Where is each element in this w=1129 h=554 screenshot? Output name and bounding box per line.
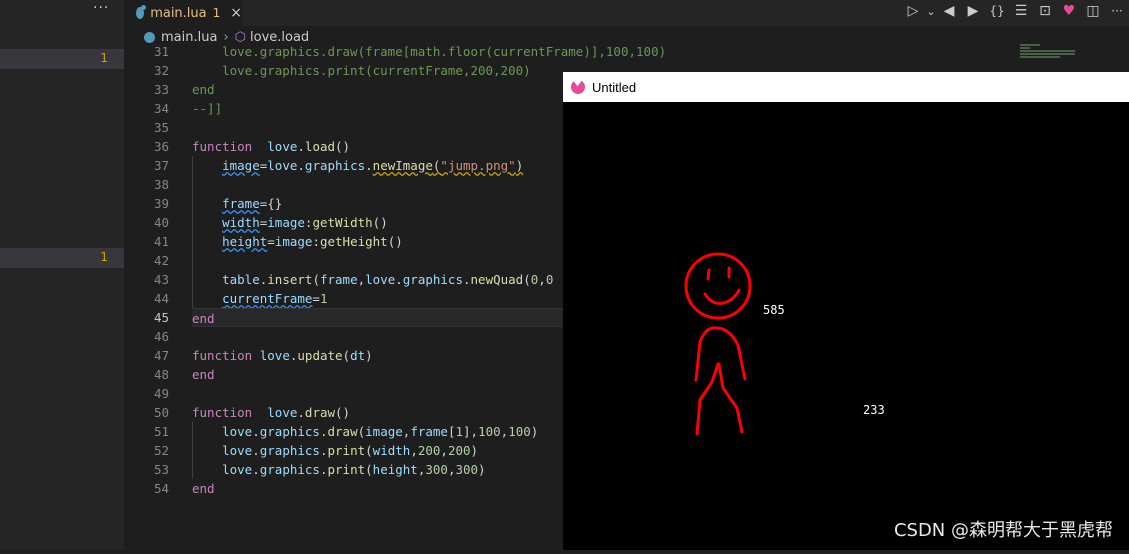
output-height: 233 (863, 403, 885, 417)
love-logo-icon (571, 78, 585, 94)
stickman-head (684, 252, 752, 320)
braces-icon[interactable]: {} (985, 0, 1009, 22)
tab-problem-count: 1 (212, 6, 221, 20)
line-number: 48 (153, 367, 169, 382)
lua-file-icon (136, 5, 147, 19)
line-number: 34 (153, 101, 169, 116)
line-number: 40 (153, 215, 169, 230)
line-number: 49 (153, 386, 169, 401)
line-number: 45 (153, 310, 169, 325)
line-number: 31 (153, 44, 169, 59)
terminal-icon[interactable]: ⊡ (1033, 0, 1057, 22)
problem-count: 1 (100, 51, 108, 65)
line-number: 52 (153, 443, 169, 458)
line-number: 39 (153, 196, 169, 211)
watermark: CSDN @森明帮大于黑虎帮 (893, 520, 1113, 541)
stickman-legs (695, 362, 744, 436)
list-icon[interactable]: ☰ (1009, 0, 1033, 22)
line-number: 35 (153, 120, 169, 135)
more-icon[interactable]: ··· (1105, 0, 1129, 22)
side-panel: ··· 1 1 (0, 0, 124, 550)
close-icon[interactable]: × (230, 5, 242, 21)
editor-toolbar: ▷ ⌄ ◀ ▶ {} ☰ ⊡ ♥ ◫ ··· (901, 0, 1129, 22)
chevron-down-icon[interactable]: ⌄ (925, 0, 937, 22)
tab-label: main.lua (150, 5, 207, 21)
split-editor-icon[interactable]: ◫ (1081, 0, 1105, 22)
minimap[interactable] (1020, 44, 1090, 74)
line-number: 36 (153, 139, 169, 154)
stickman-drawing (684, 252, 752, 436)
run-icon[interactable]: ▷ (901, 0, 925, 22)
line-number: 43 (153, 272, 169, 287)
line-number: 51 (153, 424, 169, 439)
problem-row[interactable]: 1 (0, 49, 124, 69)
line-number: 37 (153, 158, 169, 173)
line-number: 41 (153, 234, 169, 249)
line-number: 44 (153, 291, 169, 306)
love-window-titlebar[interactable]: Untitled (563, 72, 1129, 102)
line-number: 54 (153, 481, 169, 496)
stickman-smile (703, 288, 741, 305)
love-game-window: Untitled 585 233 CSDN @森明帮大于黑虎帮 (563, 72, 1129, 550)
love-icon[interactable]: ♥ (1057, 0, 1081, 22)
line-number: 38 (153, 177, 169, 192)
love-window-title: Untitled (592, 79, 637, 95)
line-number: 42 (153, 253, 169, 268)
next-icon[interactable]: ▶ (961, 0, 985, 22)
line-number: 46 (153, 329, 169, 344)
game-canvas: 585 233 (563, 102, 1129, 550)
prev-icon[interactable]: ◀ (937, 0, 961, 22)
output-width: 585 (763, 303, 785, 317)
line-number-gutter: 31 32 33 34 35 36 37 38 39 40 41 42 43 44 45 46 47 48 49 50… (124, 42, 169, 498)
line-number: 47 (153, 348, 169, 363)
tab-bar: main.lua 1 × ▷ ⌄ ◀ ▶ {} ☰ ⊡ ♥ ◫ ··· (124, 0, 1129, 26)
tab-main-lua[interactable]: main.lua 1 × (124, 0, 242, 26)
line-number: 33 (153, 82, 169, 97)
stickman-left-eye (706, 268, 711, 281)
lua-file-icon (144, 31, 155, 43)
problem-count: 1 (100, 250, 108, 264)
line-number: 50 (153, 405, 169, 420)
code-line: love.graphics.draw(frame[math.floor(curr… (192, 44, 667, 59)
line-number: 53 (153, 462, 169, 477)
more-actions-icon[interactable]: ··· (93, 0, 109, 16)
problem-row[interactable]: 1 (0, 248, 124, 268)
line-number: 32 (153, 63, 169, 78)
